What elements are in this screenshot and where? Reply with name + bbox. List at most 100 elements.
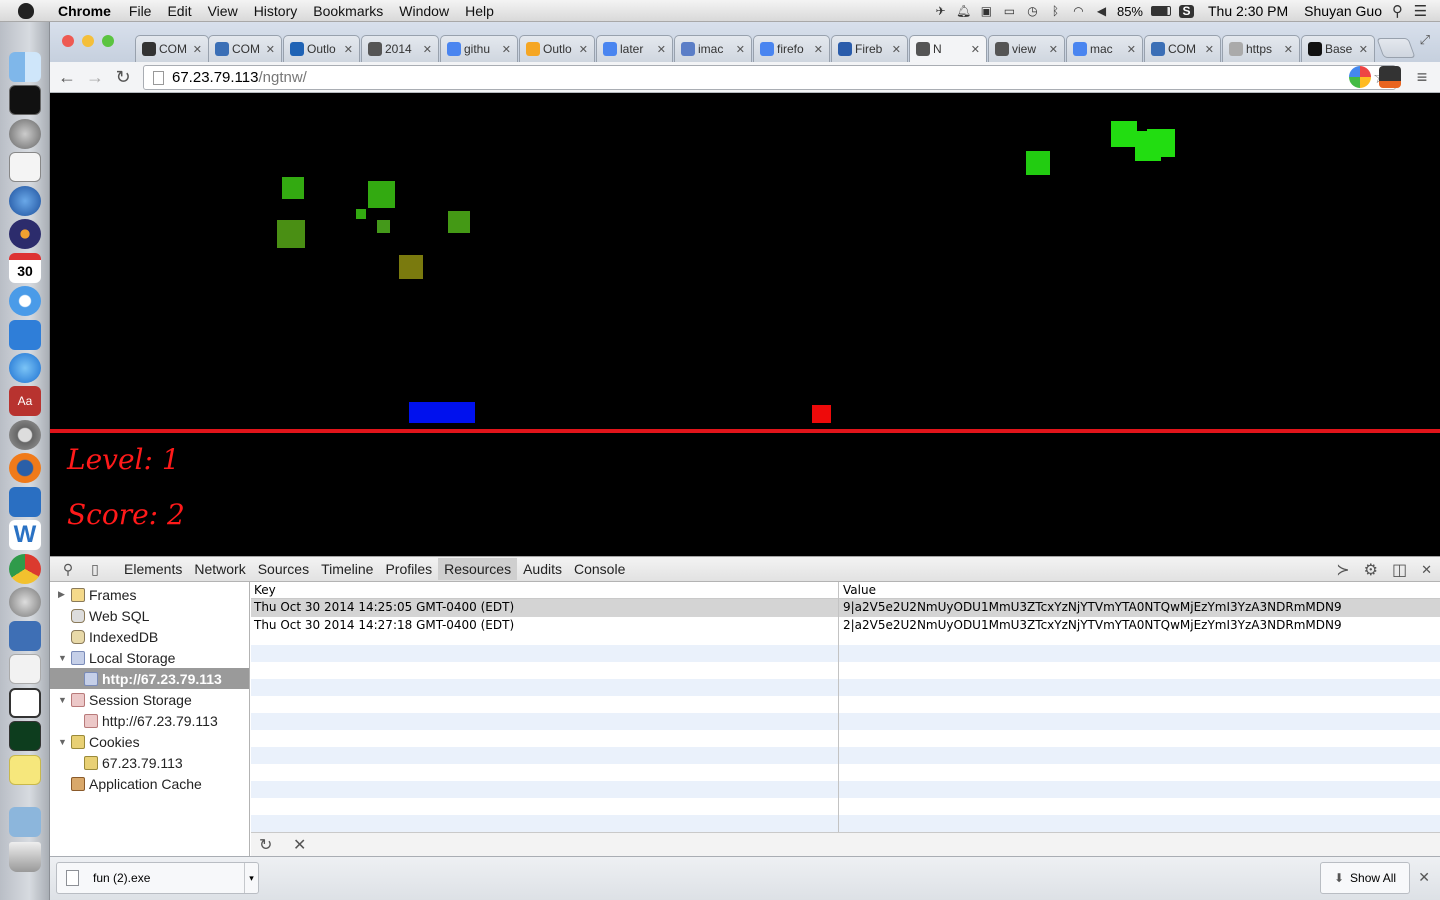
collapse-triangle-icon[interactable]: ▼: [58, 653, 67, 663]
tab-audits[interactable]: Audits: [517, 558, 568, 580]
quicktime-icon[interactable]: [9, 186, 41, 216]
browser-tab[interactable]: later ✕: [596, 35, 673, 62]
browser-tab[interactable]: mac ✕: [1066, 35, 1143, 62]
menu-edit[interactable]: Edit: [159, 3, 199, 19]
table-row[interactable]: Thu Oct 30 2014 14:25:05 GMT-0400 (EDT) …: [251, 599, 1440, 617]
browser-tab[interactable]: https ✕: [1222, 35, 1300, 62]
firefox-icon[interactable]: [9, 453, 41, 483]
sidebar-item-indexeddb[interactable]: IndexedDB: [71, 626, 158, 647]
column-header-key[interactable]: Key: [254, 583, 276, 597]
tab-profiles[interactable]: Profiles: [379, 558, 438, 580]
tab-close-icon[interactable]: ✕: [1205, 43, 1214, 56]
tab-close-icon[interactable]: ✕: [1127, 43, 1136, 56]
color-extension-icon[interactable]: [1349, 66, 1371, 88]
finder-icon[interactable]: [9, 52, 41, 82]
calendar-icon[interactable]: 30: [9, 253, 41, 283]
system-preferences-icon[interactable]: [9, 420, 41, 450]
app-store-icon[interactable]: [9, 353, 41, 383]
screen-capture-icon[interactable]: [9, 688, 41, 718]
stickies-icon[interactable]: [9, 755, 41, 785]
tab-console[interactable]: Console: [568, 558, 631, 580]
dock-side-icon[interactable]: ◫: [1392, 560, 1407, 580]
settings-gear-icon[interactable]: ⚙: [1364, 560, 1378, 580]
clock[interactable]: Thu 2:30 PM: [1208, 3, 1288, 19]
browser-tab[interactable]: COM ✕: [208, 35, 282, 62]
notification-bell-icon[interactable]: 🔔︎: [956, 4, 971, 18]
browser-tab[interactable]: Base ✕: [1301, 35, 1375, 62]
time-machine-icon[interactable]: ◷: [1025, 4, 1040, 18]
refresh-icon[interactable]: ↻: [259, 835, 272, 855]
browser-tab[interactable]: COM ✕: [1144, 35, 1221, 62]
notification-center-icon[interactable]: ☰: [1413, 4, 1428, 19]
terminal-icon[interactable]: [9, 85, 41, 115]
fullscreen-icon[interactable]: ⤢: [1420, 32, 1430, 48]
chrome-icon[interactable]: [9, 554, 41, 584]
player-paddle[interactable]: [409, 402, 475, 423]
virtualbox-icon[interactable]: [9, 621, 41, 651]
column-divider[interactable]: [838, 582, 839, 832]
apple-menu-icon[interactable]: [18, 2, 34, 19]
battery-icon[interactable]: [1151, 6, 1171, 16]
app-menu[interactable]: Chrome: [46, 3, 121, 19]
tab-sources[interactable]: Sources: [252, 558, 315, 580]
airplay-icon[interactable]: ▭: [1002, 4, 1017, 18]
launchpad-icon[interactable]: [9, 119, 41, 149]
browser-tab[interactable]: Outlo ✕: [519, 35, 595, 62]
tab-close-icon[interactable]: ✕: [423, 43, 432, 56]
download-menu-chevron-icon[interactable]: ▾: [244, 863, 258, 893]
new-tab-button[interactable]: [1376, 38, 1416, 58]
tab-close-icon[interactable]: ✕: [892, 43, 901, 56]
reload-button[interactable]: ↻: [111, 66, 135, 88]
sidebar-item-session-storage[interactable]: ▼ Session Storage: [58, 689, 192, 710]
minimize-window-button[interactable]: [82, 35, 94, 47]
browser-tab[interactable]: 2014 ✕: [361, 35, 439, 62]
eclipse-icon[interactable]: [9, 219, 41, 249]
sidebar-item-web-sql[interactable]: Web SQL: [71, 605, 149, 626]
browser-tab[interactable]: N ✕: [909, 35, 987, 62]
chrome-menu-icon[interactable]: ≡: [1411, 66, 1433, 88]
sidebar-item-local-storage-origin[interactable]: http://67.23.79.113: [50, 668, 249, 689]
close-devtools-icon[interactable]: ✕: [1421, 562, 1432, 578]
collapse-triangle-icon[interactable]: ▼: [58, 695, 67, 705]
safari-icon[interactable]: [9, 286, 41, 316]
browser-tab[interactable]: firefo ✕: [753, 35, 830, 62]
tab-network[interactable]: Network: [188, 558, 251, 580]
tab-close-icon[interactable]: ✕: [971, 43, 980, 56]
back-button[interactable]: ←: [55, 66, 79, 88]
address-bar[interactable]: 67.23.79.113/ngtnw/ ☆: [143, 65, 1396, 90]
volume-icon[interactable]: ◀: [1094, 4, 1109, 18]
sidebar-item-cookies-domain[interactable]: 67.23.79.113: [84, 752, 183, 773]
close-download-shelf-icon[interactable]: ✕: [1418, 869, 1430, 886]
show-all-downloads-button[interactable]: ⬇ Show All: [1320, 862, 1410, 894]
tab-close-icon[interactable]: ✕: [344, 43, 353, 56]
browser-tab[interactable]: Fireb ✕: [831, 35, 908, 62]
download-item[interactable]: fun (2).exe ▾: [56, 862, 259, 894]
tab-close-icon[interactable]: ✕: [1284, 43, 1293, 56]
browser-tab[interactable]: view ✕: [988, 35, 1065, 62]
wifi-icon[interactable]: ◠: [1071, 4, 1086, 18]
menu-window[interactable]: Window: [391, 3, 457, 19]
user-name[interactable]: Shuyan Guo: [1304, 3, 1382, 19]
zoom-window-button[interactable]: [102, 35, 114, 47]
tab-close-icon[interactable]: ✕: [266, 43, 275, 56]
table-row[interactable]: Thu Oct 30 2014 14:27:18 GMT-0400 (EDT) …: [251, 617, 1440, 635]
sidebar-item-application-cache[interactable]: Application Cache: [71, 773, 202, 794]
delete-icon[interactable]: ✕: [293, 835, 306, 855]
dictionary-icon[interactable]: Aa: [9, 386, 41, 416]
airplane-icon[interactable]: ✈: [933, 4, 948, 18]
column-header-value[interactable]: Value: [843, 583, 876, 597]
screen-icon[interactable]: ▣: [979, 4, 994, 18]
sidebar-item-cookies[interactable]: ▼ Cookies: [58, 731, 140, 752]
tab-close-icon[interactable]: ✕: [193, 43, 202, 56]
drawer-toggle-icon[interactable]: ≻: [1336, 560, 1349, 580]
tab-resources[interactable]: Resources: [438, 558, 518, 580]
expand-triangle-icon[interactable]: ▶: [58, 589, 67, 600]
tab-close-icon[interactable]: ✕: [502, 43, 511, 56]
sidebar-item-local-storage[interactable]: ▼ Local Storage: [58, 647, 175, 668]
menu-file[interactable]: File: [121, 3, 160, 19]
snipping-tool-icon[interactable]: [9, 487, 41, 517]
sidebar-item-frames[interactable]: ▶ Frames: [58, 584, 136, 605]
menu-view[interactable]: View: [200, 3, 246, 19]
collapse-triangle-icon[interactable]: ▼: [58, 737, 67, 747]
sidebar-item-session-storage-origin[interactable]: http://67.23.79.113: [84, 710, 218, 731]
